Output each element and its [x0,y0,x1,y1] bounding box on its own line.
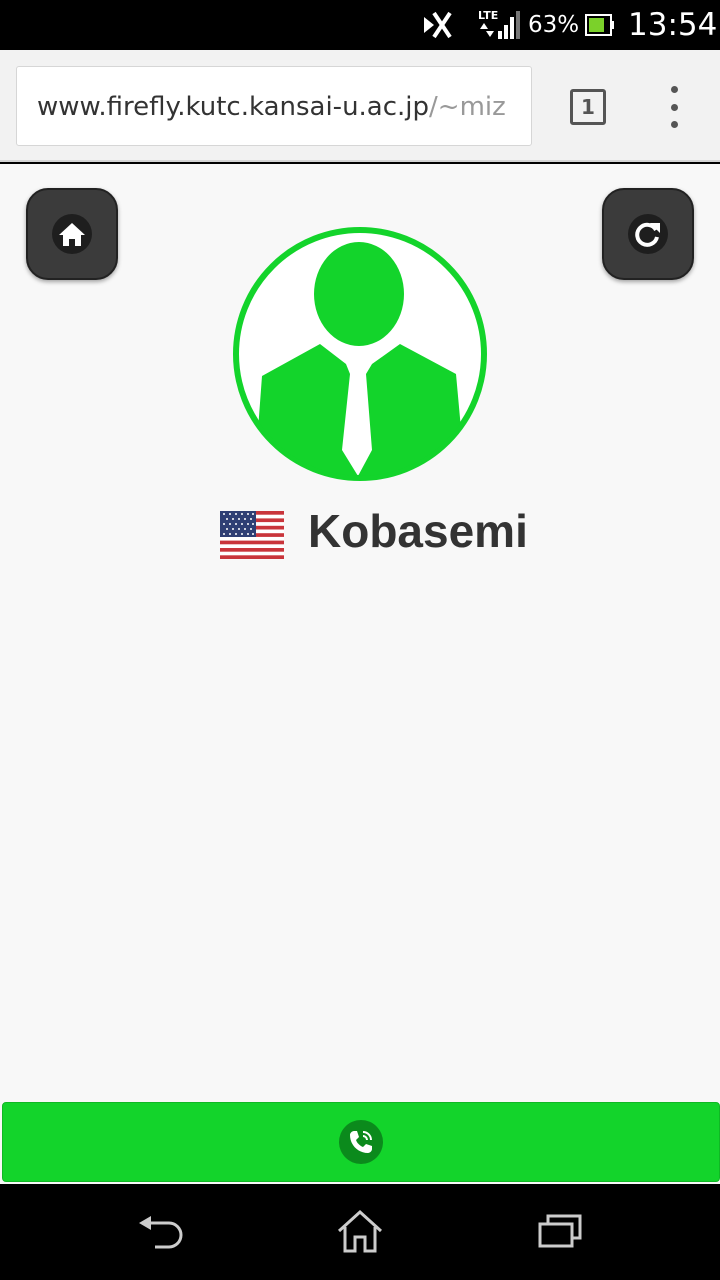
person-avatar-icon [233,227,487,481]
tab-count: 1 [581,95,595,119]
system-nav-bar [0,1184,720,1280]
url-host: www.firefly.kutc.kansai-u.ac.jp [37,92,430,122]
call-button[interactable] [2,1102,720,1182]
us-flag-icon [220,511,284,559]
home-button[interactable] [26,188,118,280]
signal-off-icon [420,0,460,50]
overflow-menu-icon[interactable] [660,86,688,128]
url-bar[interactable]: www.firefly.kutc.kansai-u.ac.jp/~miz [16,66,532,146]
reload-icon [628,214,668,254]
recents-icon[interactable] [530,1206,590,1256]
contact-header: Kobasemi [0,498,720,564]
clock: 13:54 [628,7,718,43]
phone-icon [339,1120,383,1164]
contact-name: Kobasemi [308,505,528,557]
url-path: /~miz [429,92,506,122]
back-icon[interactable] [130,1206,190,1256]
call-bar [0,1100,720,1184]
battery-percent: 63% [528,12,580,38]
home-nav-icon[interactable] [330,1206,390,1256]
browser-toolbar: www.firefly.kutc.kansai-u.ac.jp/~miz 1 [0,50,720,162]
network-type: LTE [478,9,498,22]
status-bar: LTE 63% 13:54 [0,0,720,50]
tabs-icon[interactable]: 1 [570,89,606,125]
battery-icon [585,0,617,50]
reload-button[interactable] [602,188,694,280]
web-page: Kobasemi [0,164,720,1100]
home-icon [52,214,92,254]
lte-signal-icon: LTE [474,0,520,50]
